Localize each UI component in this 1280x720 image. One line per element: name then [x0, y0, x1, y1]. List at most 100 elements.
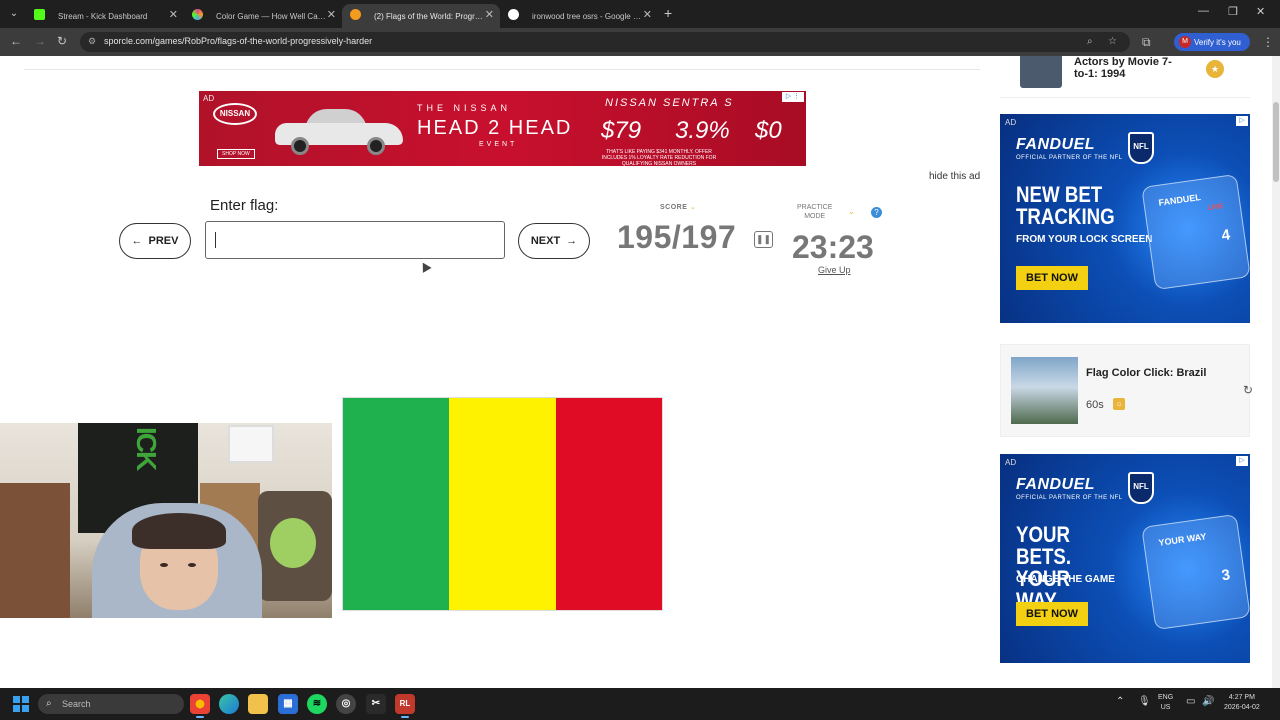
webcam-overlay: ICK	[0, 423, 332, 618]
pause-icon[interactable]: ❚❚	[754, 231, 773, 248]
adchoices-icon[interactable]: ▷	[1236, 456, 1248, 466]
page-content: AD NISSAN SHOP NOW THE NISSAN HEAD 2 HEA…	[0, 56, 1280, 688]
browser-tab-bar: ⌄ Stream - Kick Dashboard ✕ Color Game —…	[0, 0, 1280, 28]
rec-thumbnail	[1011, 357, 1078, 424]
taskbar-search-input[interactable]: ⌕ Search	[38, 694, 184, 714]
volume-icon[interactable]: 🔊	[1202, 696, 1214, 707]
close-tab-icon[interactable]: ✕	[327, 8, 336, 21]
flag-stripe-green	[343, 398, 450, 610]
browser-menu-icon[interactable]: ⋮	[1262, 35, 1274, 49]
google-favicon-icon	[508, 9, 519, 20]
badge-icon: ★	[1206, 60, 1224, 78]
verify-identity-button[interactable]: M Verify it's you	[1174, 33, 1250, 51]
ad-event-line-1: THE NISSAN	[417, 103, 512, 113]
next-button[interactable]: NEXT →	[518, 223, 590, 259]
file-explorer-icon[interactable]	[248, 694, 268, 714]
answer-input[interactable]	[205, 221, 505, 259]
nfl-shield-icon: NFL	[1128, 472, 1154, 504]
tab-kick-dashboard[interactable]: Stream - Kick Dashboard ✕	[26, 4, 184, 28]
phone-graphic: YOUR WAY 3	[1141, 513, 1250, 631]
site-info-icon[interactable]: ⚙	[88, 36, 96, 47]
extensions-icon[interactable]: ⧉	[1142, 35, 1151, 50]
rec-quiz-time: 60s	[1086, 399, 1104, 411]
search-placeholder: Search	[62, 699, 91, 709]
system-clock[interactable]: 4:27 PM 2026-04-02	[1224, 693, 1260, 713]
hide-ad-link[interactable]: hide this ad	[929, 171, 980, 182]
bet-now-button[interactable]: BET NOW	[1016, 266, 1088, 290]
fanduel-ad-2[interactable]: AD ▷ FANDUEL NFL OFFICIAL PARTNER OF THE…	[1000, 454, 1250, 663]
reload-icon[interactable]: ↻	[57, 34, 67, 48]
game-app-icon[interactable]: RL	[395, 694, 415, 718]
flag-image	[342, 397, 663, 611]
tray-overflow-icon[interactable]: ⌃	[1116, 696, 1124, 707]
timer-badge-icon: ☼	[1113, 398, 1125, 410]
bookmark-star-icon[interactable]: ☆	[1108, 36, 1117, 47]
calculator-app-icon[interactable]: ▦	[278, 694, 298, 714]
prev-button[interactable]: ← PREV	[119, 223, 191, 259]
close-tab-icon[interactable]: ✕	[485, 8, 494, 21]
ad-tagline: FROM YOUR LOCK SCREEN	[1016, 234, 1153, 245]
windows-start-icon[interactable]	[13, 696, 29, 712]
back-arrow-icon[interactable]: ←	[10, 34, 22, 48]
close-window-icon[interactable]: ✕	[1256, 5, 1265, 18]
wall-banner-lettering: ICK	[131, 427, 162, 470]
ad-subtitle: OFFICIAL PARTNER OF THE NFL	[1016, 495, 1123, 501]
related-quiz-card[interactable]: Actors by Movie 7-to-1: 1994 ★	[1000, 56, 1250, 98]
obs-app-icon[interactable]: ◎	[336, 694, 356, 714]
adchoices-icon[interactable]: ▷ ⋮	[782, 92, 804, 102]
score-value: 195/197	[617, 219, 737, 255]
capcut-app-icon[interactable]: ✂	[366, 694, 386, 714]
give-up-link[interactable]: Give Up	[818, 265, 851, 275]
adchoices-icon[interactable]: ▷	[1236, 116, 1248, 126]
address-bar[interactable]: ⚙ sporcle.com/games/RobPro/flags-of-the-…	[80, 32, 1130, 52]
edge-app-icon[interactable]	[219, 694, 239, 714]
prev-label: PREV	[148, 235, 179, 247]
refresh-icon[interactable]: ↻	[1243, 383, 1253, 397]
ad-event-line-3: EVENT	[479, 141, 518, 148]
shop-now-button[interactable]: SHOP NOW	[217, 149, 255, 159]
close-tab-icon[interactable]: ✕	[169, 8, 178, 21]
language-indicator[interactable]: ENG US	[1158, 693, 1173, 713]
spotify-app-icon[interactable]: ≋	[307, 694, 327, 714]
bet-now-button[interactable]: BET NOW	[1016, 602, 1088, 626]
help-icon[interactable]: ?	[871, 207, 882, 218]
arrow-left-icon: ←	[131, 235, 143, 247]
enter-flag-label: Enter flag:	[210, 197, 279, 214]
forward-arrow-icon[interactable]: →	[34, 34, 46, 48]
zoom-icon[interactable]: ⌕	[1087, 36, 1093, 47]
tab-search-menu-icon[interactable]: ⌄	[6, 6, 22, 22]
tab-flags-of-the-world[interactable]: (2) Flags of the World: Progressi ✕	[342, 4, 500, 28]
network-icon[interactable]: ▭	[1186, 696, 1195, 707]
related-quiz-title: Actors by Movie 7-to-1: 1994	[1074, 56, 1172, 80]
close-tab-icon[interactable]: ✕	[643, 8, 652, 21]
microphone-icon[interactable]: 🎙	[1138, 696, 1151, 707]
practice-mode-label: PRACTICE MODE	[797, 204, 833, 220]
tab-google-search[interactable]: ironwood tree osrs - Google Se ✕	[500, 4, 658, 28]
minimize-icon[interactable]: —	[1198, 5, 1209, 17]
phone-graphic: FANDUEL LIVE 4	[1141, 173, 1250, 291]
nissan-logo: NISSAN	[213, 103, 257, 125]
car-image	[275, 105, 403, 155]
restore-icon[interactable]: ❐	[1228, 5, 1238, 18]
flag-stripe-yellow	[449, 398, 556, 610]
chevron-down-icon: ⌄	[689, 204, 697, 211]
timer-value: 23:23	[792, 229, 874, 265]
chrome-app-icon[interactable]	[190, 694, 210, 718]
tab-color-game[interactable]: Color Game — How Well Can You ✕	[184, 4, 342, 28]
ad-subtitle: OFFICIAL PARTNER OF THE NFL	[1016, 155, 1123, 161]
recommended-quiz-card[interactable]: Flag Color Click: Brazil 60s ☼ ↻	[1000, 344, 1253, 437]
nfl-shield-icon: NFL	[1128, 132, 1154, 164]
ad-headline: YOUR BETS. YOUR WAY.	[1016, 522, 1072, 613]
new-tab-plus-icon[interactable]: +	[664, 5, 672, 21]
scrollbar-thumb[interactable]	[1273, 102, 1279, 182]
ad-tag: AD	[1005, 118, 1017, 127]
nissan-banner-ad[interactable]: AD NISSAN SHOP NOW THE NISSAN HEAD 2 HEA…	[199, 91, 806, 166]
mouse-cursor-icon	[418, 260, 432, 273]
ad-tag: AD	[1005, 458, 1017, 467]
fanduel-ad-1[interactable]: AD ▷ FANDUEL NFL OFFICIAL PARTNER OF THE…	[1000, 114, 1250, 323]
ad-offer-3: $0	[755, 117, 782, 144]
verify-label: Verify it's you	[1194, 37, 1241, 47]
practice-mode-toggle-icon[interactable]: ⌄	[848, 207, 855, 216]
tab-title: ironwood tree osrs - Google Se	[532, 11, 642, 21]
page-scrollbar[interactable]	[1272, 56, 1280, 688]
